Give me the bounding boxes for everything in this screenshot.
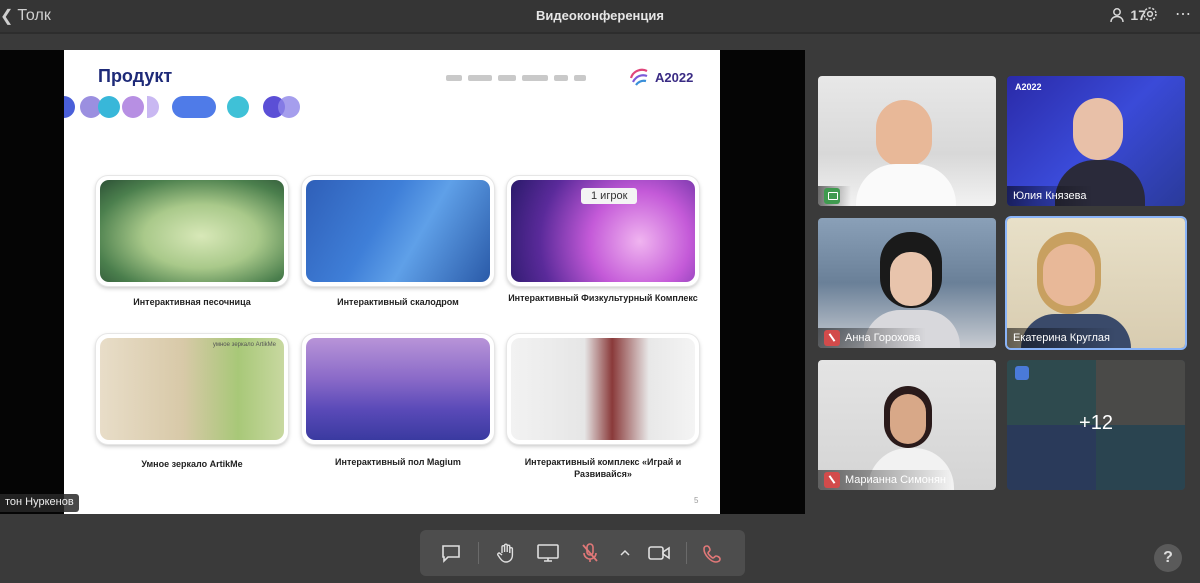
fitness-complex-image: 1 игрок — [511, 180, 695, 282]
participant-name-bar: Марианна Симонян — [818, 470, 952, 490]
participant-video — [856, 164, 956, 206]
chat-button[interactable] — [436, 538, 466, 568]
mic-off-icon — [824, 330, 840, 346]
player-label: 1 игрок — [581, 188, 638, 204]
top-bar: ❮ Толк Видеоконференция 17 ⋯ — [0, 0, 1200, 32]
card-sandbox[interactable] — [96, 176, 288, 286]
mirror-label: умное зеркало ArtikMe — [212, 342, 276, 348]
screen-share-icon — [824, 188, 840, 204]
window-title: Видеоконференция — [536, 8, 664, 23]
mic-off-icon — [582, 543, 599, 562]
participant-name: Марианна Симонян — [845, 474, 946, 486]
raise-hand-button[interactable] — [491, 538, 521, 568]
participant-tile-active[interactable]: Екатерина Круглая — [1007, 218, 1185, 348]
participant-name-bar: Юлия Князева — [1007, 186, 1093, 206]
card-interactive-floor[interactable] — [302, 334, 494, 444]
caption-smart-mirror: Умное зеркало ArtikMe — [141, 459, 243, 469]
hangup-icon — [703, 545, 721, 563]
climbing-wall-image — [306, 180, 490, 282]
divider — [685, 542, 687, 564]
card-play-complex[interactable] — [507, 334, 699, 444]
shared-screen: Продукт А2022 Интерактивная песочница Ин… — [0, 50, 805, 514]
caption-climbing-wall: Интерактивный скалодром — [337, 297, 459, 307]
participant-video — [1073, 98, 1123, 160]
hangup-button[interactable] — [699, 538, 729, 568]
camera-icon — [647, 546, 670, 560]
participant-name-bar: Анна Горохова — [818, 328, 927, 348]
participant-video — [1043, 244, 1095, 306]
participant-name-bar: Екатерина Круглая — [1007, 328, 1116, 348]
microphone-button[interactable] — [575, 538, 605, 568]
participant-video — [876, 100, 932, 166]
decorative-dots — [64, 96, 304, 118]
play-complex-image — [511, 338, 695, 440]
gear-icon — [1143, 7, 1157, 21]
participant-video — [890, 252, 932, 306]
card-fitness-complex[interactable]: 1 игрок — [507, 176, 699, 286]
participants-button[interactable]: 17 — [1109, 7, 1146, 23]
settings-button[interactable] — [1142, 6, 1158, 27]
participant-name: Юлия Князева — [1013, 190, 1087, 202]
more-participants-count: +12 — [1079, 412, 1113, 434]
slide-title: Продукт — [98, 66, 173, 86]
participant-tile[interactable]: А2022 Юлия Князева — [1007, 76, 1185, 206]
hand-raised-icon — [1015, 366, 1029, 380]
participants-icon — [1110, 8, 1125, 23]
help-button[interactable]: ? — [1154, 544, 1182, 572]
divider — [0, 32, 1200, 34]
microphone-options-button[interactable] — [618, 538, 632, 568]
chevron-up-icon — [620, 549, 630, 556]
participant-name: Анна Горохова — [845, 332, 921, 344]
screen-share-icon — [537, 544, 560, 562]
more-icon[interactable]: ⋯ — [1175, 4, 1192, 24]
mic-off-icon — [824, 472, 840, 488]
card-climbing-wall[interactable] — [302, 176, 494, 286]
camera-button[interactable] — [644, 538, 674, 568]
more-participants-tile[interactable]: +12 — [1007, 360, 1185, 490]
caption-sandbox: Интерактивная песочница — [133, 297, 251, 307]
chat-icon — [442, 545, 460, 563]
sandbox-image — [100, 180, 284, 282]
screen-share-button[interactable] — [533, 538, 563, 568]
presenter-name: тон Нуркенов — [0, 494, 79, 512]
card-smart-mirror[interactable]: умное зеркало ArtikMe — [96, 334, 288, 444]
smart-mirror-image: умное зеркало ArtikMe — [100, 338, 284, 440]
brand-logo: А2022 — [628, 66, 693, 88]
caption-fitness-complex: Интерактивный Физкультурный Комплекс — [508, 293, 698, 303]
participant-tile[interactable]: Марианна Симонян — [818, 360, 996, 490]
caption-interactive-floor: Интерактивный пол Magium — [335, 457, 461, 467]
divider — [478, 542, 480, 564]
presentation-slide: Продукт А2022 Интерактивная песочница Ин… — [64, 50, 720, 514]
brand-mark-icon — [629, 68, 648, 86]
participant-tile[interactable] — [818, 76, 996, 206]
caption-play-complex: Интерактивный комплекс «Играй и Развивай… — [524, 457, 682, 479]
hand-icon — [497, 543, 514, 563]
brand-text: А2022 — [655, 69, 694, 85]
participant-video — [890, 394, 926, 444]
partner-logos — [446, 72, 616, 84]
tile-brand-text: А2022 — [1015, 82, 1042, 92]
participant-tile[interactable]: Анна Горохова — [818, 218, 996, 348]
page-number: 5 — [694, 496, 699, 505]
participant-name: Екатерина Круглая — [1013, 332, 1110, 344]
interactive-floor-image — [306, 338, 490, 440]
participant-name-bar — [818, 186, 851, 206]
call-controls — [420, 530, 745, 576]
